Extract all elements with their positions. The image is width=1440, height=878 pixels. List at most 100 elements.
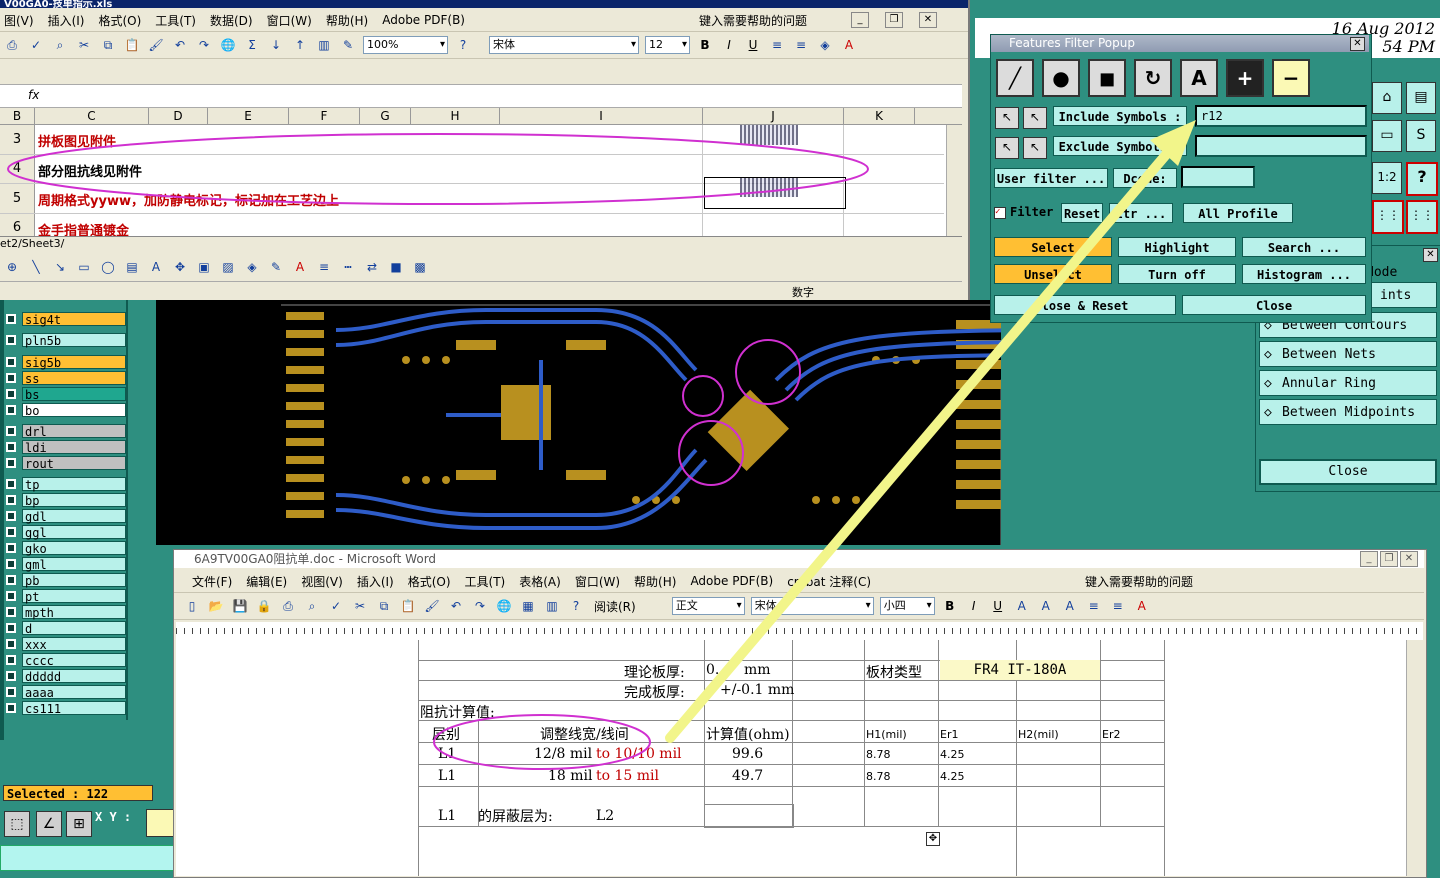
layer-item-gml[interactable]: gml [6,557,126,572]
word-document[interactable]: 理论板厚: 0. mm 板材类型 FR4 IT-180A 完成板厚: +/-0.… [176,640,1423,876]
positive-polarity-icon[interactable]: + [1226,59,1264,97]
search-button[interactable]: Search ... [1242,237,1366,257]
close-icon[interactable]: ✕ [919,12,937,28]
line-style-icon[interactable]: ≡ [316,259,332,275]
profile-select[interactable]: All Profile [1183,203,1293,223]
print-preview-icon[interactable]: ⎙ [4,37,20,53]
table-icon[interactable]: ▦ [520,598,536,614]
close-reset-button[interactable]: lose & Reset [994,295,1176,315]
between-midpoints-option[interactable]: ◇ Between Midpoints [1259,399,1437,425]
align-center-icon[interactable]: ≡ [793,37,809,53]
layer-item-gdl[interactable]: gdl [6,509,126,524]
spell-check-icon[interactable]: ✓ [28,37,44,53]
s-shape-icon[interactable]: S [1406,120,1436,152]
font-color-icon[interactable]: A [1134,598,1150,614]
layer-item-cccc[interactable]: cccc [6,653,126,668]
layer-checkbox[interactable] [6,671,16,681]
redo-icon[interactable]: ↷ [196,37,212,53]
column-header[interactable]: C [35,108,149,124]
char-border-icon[interactable]: A [1014,598,1030,614]
layer-checkbox[interactable] [6,607,16,617]
arrow-up-left-icon[interactable]: ↖ [1023,107,1047,129]
layer-checkbox[interactable] [6,527,16,537]
column-header[interactable]: H [411,108,500,124]
drawing-icon[interactable]: ✎ [340,37,356,53]
column-header[interactable]: J [703,108,844,124]
dcode-field[interactable] [1181,166,1255,188]
read-mode-button[interactable]: 阅读(R) [594,598,636,615]
command-input[interactable] [0,845,174,871]
excel-menu-item[interactable]: Adobe PDF(B) [382,13,465,27]
layer-checkbox[interactable] [6,373,16,383]
oval-icon[interactable]: ◯ [100,259,116,275]
line-color-icon[interactable]: ✎ [268,259,284,275]
sort-asc-icon[interactable]: ↓ [268,37,284,53]
restore-icon[interactable]: ❐ [1380,551,1398,567]
attr-button[interactable]: ttr ... [1109,203,1173,223]
rectangle-icon[interactable]: ▭ [76,259,92,275]
excel-menu-item[interactable]: 窗口(W) [267,12,312,29]
word-menu-item[interactable]: 格式(O) [408,573,451,590]
filter-toggle[interactable]: ✓ Filter [994,201,1058,223]
font-size-select[interactable]: 12 [645,36,690,54]
cut-icon[interactable]: ✂ [352,598,368,614]
word-menu-item[interactable]: crobat 注释(C) [787,573,871,590]
fill-color-icon[interactable]: ◈ [817,37,833,53]
layer-checkbox[interactable] [6,543,16,553]
between-nets-option[interactable]: ◇ Between Nets [1259,341,1437,367]
close-icon[interactable]: ✕ [1423,248,1438,262]
textbox-icon[interactable]: ▤ [124,259,140,275]
word-help-search[interactable]: 键入需要帮助的问题 [1085,573,1193,590]
format-painter-icon[interactable]: 🖌 [424,598,440,614]
spreadsheet-grid[interactable]: 3 拼板图见附件 4 部分阻抗线见附件 5 周期格式yyww，加防静电标记，标记… [0,125,963,239]
char-shading-icon[interactable]: A [1038,598,1054,614]
layer-item-d[interactable]: d [6,621,126,636]
layer-checkbox[interactable] [6,495,16,505]
redo-icon[interactable]: ↷ [472,598,488,614]
excel-menu-item[interactable]: 图(V) [4,12,34,29]
layer-checkbox[interactable] [6,479,16,489]
pcb-canvas[interactable] [156,300,1077,545]
open-icon[interactable]: 📂 [208,598,224,614]
print-icon[interactable]: ⎙ [280,598,296,614]
layer-checkbox[interactable] [6,426,16,436]
zoom-select[interactable]: 100% [363,36,448,54]
horizontal-ruler[interactable] [176,622,1423,641]
font-select[interactable]: 宋体 [489,36,639,54]
permission-icon[interactable]: 🔒 [256,598,272,614]
negative-polarity-icon[interactable]: − [1272,59,1310,97]
layer-item-cs111[interactable]: cs111 [6,701,126,716]
word-menu-item[interactable]: 编辑(E) [246,573,287,590]
excel-help-search[interactable]: 键入需要帮助的问题 [699,12,807,29]
unselect-button[interactable]: Unsel ct [994,264,1112,284]
excel-menu-item[interactable]: 插入(I) [48,12,85,29]
word-menu-item[interactable]: 插入(I) [357,573,394,590]
annular-ring-option[interactable]: ◇ Annular Ring [1259,370,1437,396]
excel-menu-item[interactable]: 数据(D) [210,12,253,29]
excel-menu-item[interactable]: 工具(T) [155,12,196,29]
column-header[interactable]: E [208,108,289,124]
layer-checkbox[interactable] [6,703,16,713]
line-icon[interactable]: ╲ [28,259,44,275]
research-icon[interactable]: ⌕ [52,37,68,53]
shadow-icon[interactable]: ■ [388,259,404,275]
clipart-icon[interactable]: ▣ [196,259,212,275]
spell-check-icon[interactable]: ✓ [328,598,344,614]
include-symbols-field[interactable]: r12 [1195,105,1367,127]
undo-icon[interactable]: ↶ [172,37,188,53]
layer-stack-icon[interactable]: ⋮⋮ [1372,200,1404,234]
arrow-style-icon[interactable]: ⇄ [364,259,380,275]
align-center-icon[interactable]: ≡ [1086,598,1102,614]
word-menu-item[interactable]: 文件(F) [192,573,232,590]
restore-icon[interactable]: ❐ [885,12,903,28]
font-select[interactable]: 宋体 [750,597,874,615]
layer-item-tp[interactable]: tp [6,477,126,492]
column-header[interactable]: G [360,108,411,124]
pad-feature-icon[interactable]: ● [1042,59,1080,97]
layer-checkbox[interactable] [6,655,16,665]
layer-item-gko[interactable]: gko [6,541,126,556]
layer-checkbox[interactable] [6,559,16,569]
help-icon[interactable]: ? [455,37,471,53]
arrow-up-left-icon[interactable]: ↖ [995,107,1019,129]
3d-icon[interactable]: ▩ [412,259,428,275]
